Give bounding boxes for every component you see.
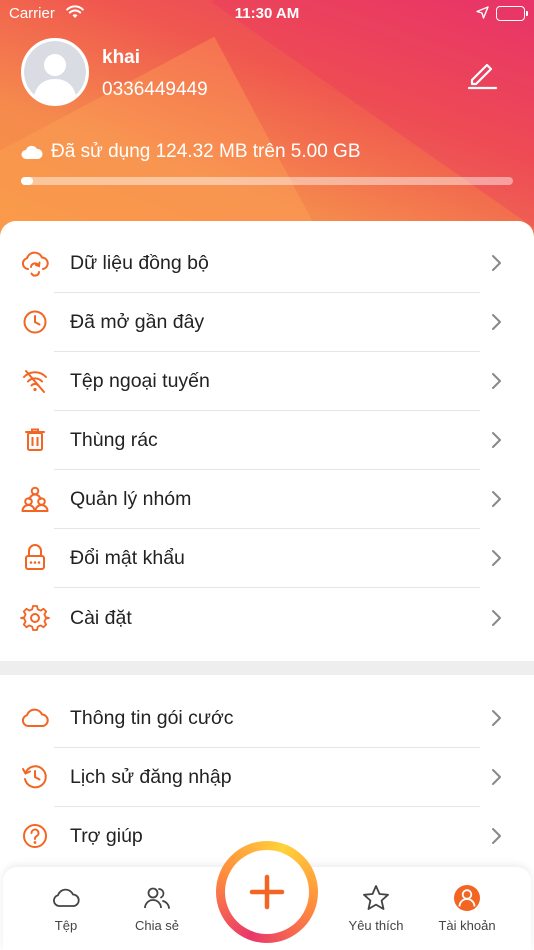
tab-files[interactable]: Tệp <box>16 867 116 937</box>
trash-icon <box>20 425 50 455</box>
menu-item-plan-info[interactable]: Thông tin gói cước <box>0 689 534 748</box>
chevron-right-icon <box>489 371 503 391</box>
help-icon <box>20 821 50 851</box>
user-silhouette-icon <box>33 54 77 103</box>
menu-item-recent[interactable]: Đã mở gần đây <box>0 293 534 352</box>
storage-progress-bar <box>21 177 513 185</box>
users-icon <box>142 883 172 913</box>
chevron-right-icon <box>489 708 503 728</box>
menu-item-label: Quản lý nhóm <box>70 488 192 510</box>
pencil-icon <box>467 63 498 90</box>
cloud-icon <box>21 145 43 159</box>
account-icon <box>452 883 482 913</box>
avatar[interactable] <box>21 38 89 106</box>
cloud-sync-icon <box>20 248 50 278</box>
plus-icon <box>249 874 285 910</box>
menu-item-label: Lịch sử đăng nhập <box>70 766 232 788</box>
menu-item-label: Dữ liệu đồng bộ <box>70 252 209 274</box>
cloud-icon <box>20 703 50 733</box>
password-icon <box>20 543 50 573</box>
menu-item-label: Thông tin gói cước <box>70 707 234 729</box>
profile-name: khai <box>102 47 141 68</box>
add-button[interactable] <box>216 841 318 943</box>
battery-icon <box>496 6 528 21</box>
tab-share[interactable]: Chia sẻ <box>107 867 207 937</box>
chevron-right-icon <box>489 826 503 846</box>
menu-item-login-history[interactable]: Lịch sử đăng nhập <box>0 748 534 807</box>
menu-item-label: Tệp ngoại tuyến <box>70 370 210 392</box>
menu-item-offline-files[interactable]: Tệp ngoại tuyến <box>0 352 534 411</box>
edit-profile-button[interactable] <box>464 56 500 92</box>
section-divider <box>0 661 534 675</box>
star-icon <box>361 883 391 913</box>
history-icon <box>20 762 50 792</box>
menu-item-trash[interactable]: Thùng rác <box>0 411 534 470</box>
wifi-off-icon <box>20 366 50 396</box>
menu-item-settings[interactable]: Cài đặt <box>0 589 534 648</box>
menu-item-label: Thùng rác <box>70 429 158 451</box>
tab-label: Tệp <box>54 918 78 933</box>
tab-label: Yêu thích <box>348 918 404 933</box>
menu-item-label: Trợ giúp <box>70 825 143 847</box>
chevron-right-icon <box>489 312 503 332</box>
storage-usage: Đã sử dụng 124.32 MB trên 5.00 GB <box>21 141 361 163</box>
menu-item-label: Đã mở gần đây <box>70 311 205 333</box>
chevron-right-icon <box>489 430 503 450</box>
tab-favorites[interactable]: Yêu thích <box>326 867 426 937</box>
tab-label: Tài khoản <box>438 918 496 933</box>
storage-usage-text: Đã sử dụng 124.32 MB trên 5.00 GB <box>51 141 361 162</box>
menu-item-change-password[interactable]: Đổi mật khẩu <box>0 529 534 588</box>
menu-item-label: Đổi mật khẩu <box>70 547 185 569</box>
menu-item-label: Cài đặt <box>70 607 132 629</box>
cloud-icon <box>51 883 81 913</box>
storage-progress-fill <box>21 177 34 185</box>
chevron-right-icon <box>489 489 503 509</box>
chevron-right-icon <box>489 253 503 273</box>
clock-time: 11:30 AM <box>234 5 300 22</box>
group-icon <box>20 484 50 514</box>
status-bar: Carrier 11:30 AM <box>0 0 534 28</box>
separator <box>54 587 480 588</box>
location-icon <box>476 6 489 23</box>
tab-account[interactable]: Tài khoản <box>417 867 517 937</box>
chevron-right-icon <box>489 548 503 568</box>
gear-icon <box>20 603 50 633</box>
menu-item-group-management[interactable]: Quản lý nhóm <box>0 470 534 529</box>
tab-label: Chia sẻ <box>134 918 180 933</box>
chevron-right-icon <box>489 767 503 787</box>
clock-icon <box>20 307 50 337</box>
chevron-right-icon <box>489 608 503 628</box>
menu-item-sync-data[interactable]: Dữ liệu đồng bộ <box>0 234 534 293</box>
profile-phone: 0336449449 <box>102 79 208 100</box>
